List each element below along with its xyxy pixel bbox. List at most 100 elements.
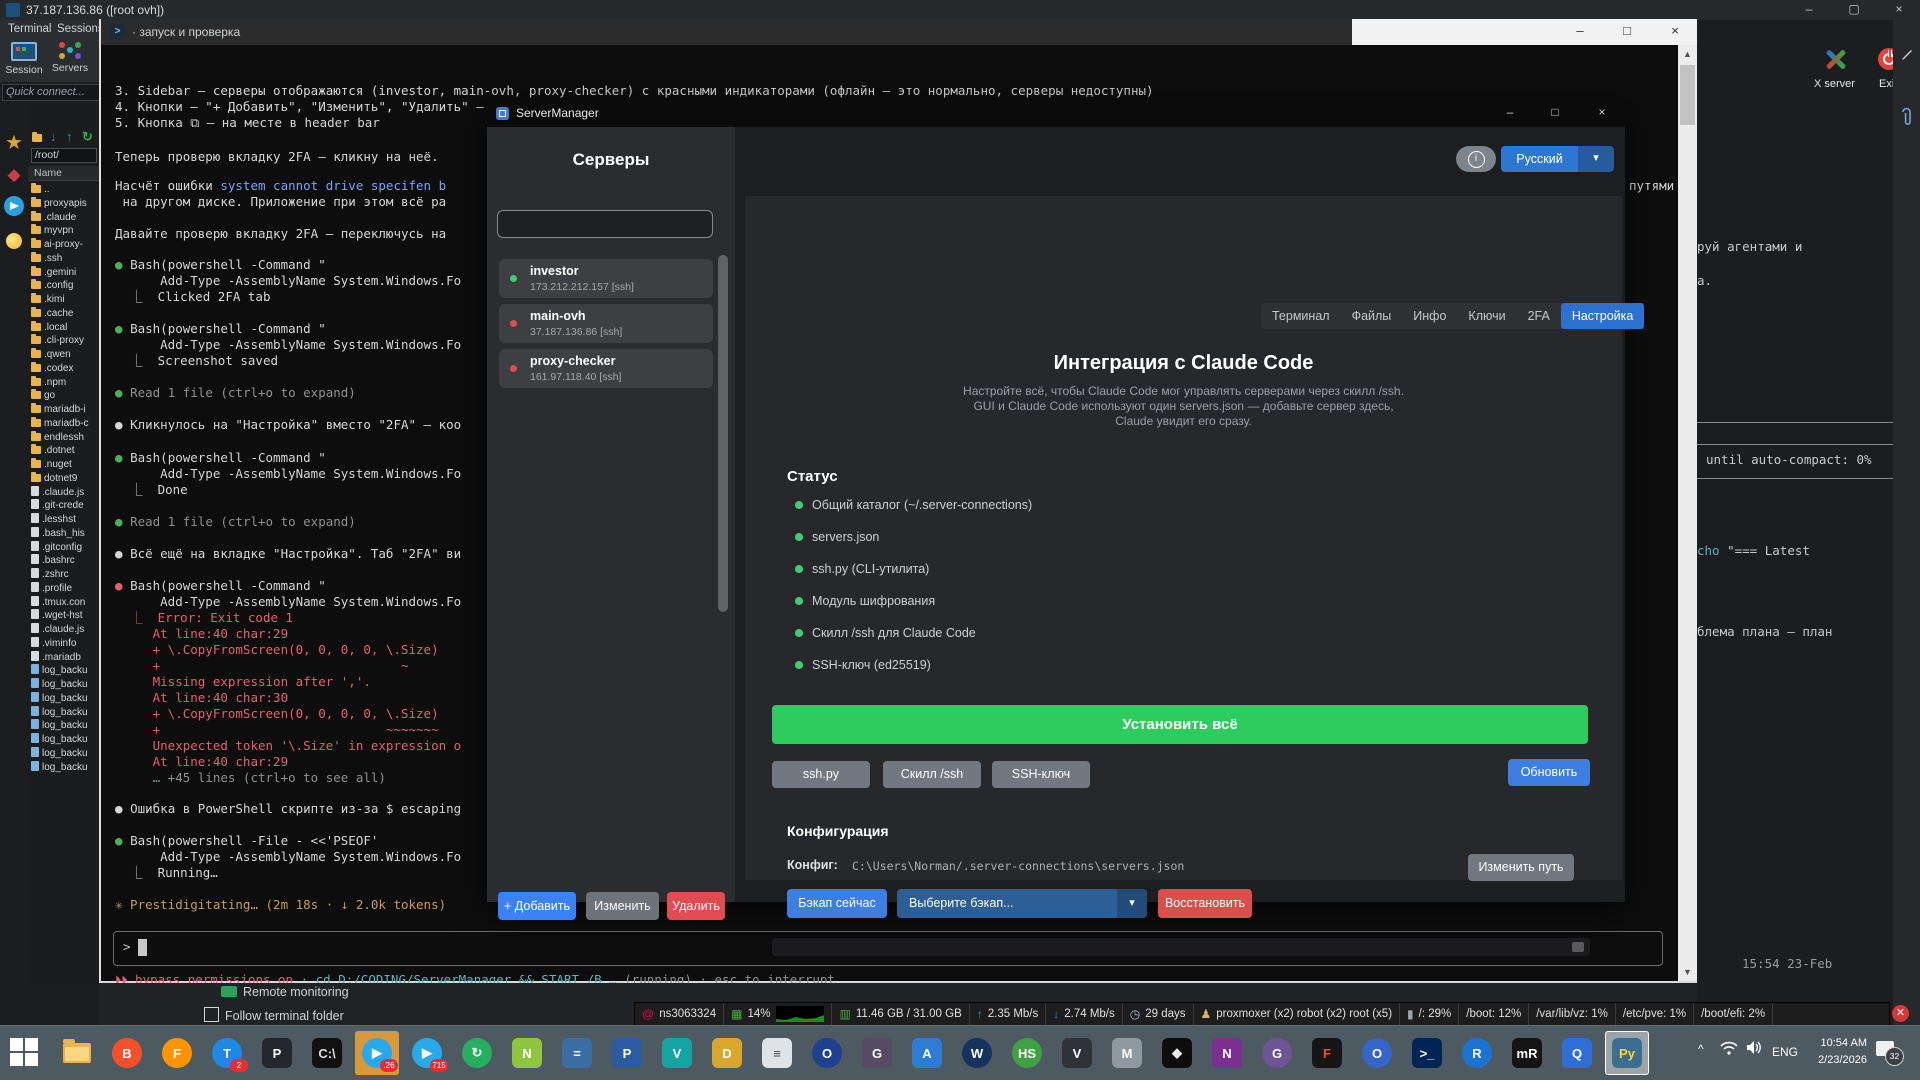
file-row[interactable]: .git-crede	[31, 499, 99, 512]
tab-Настройка[interactable]: Настройка	[1561, 303, 1645, 329]
taskbar-calculator[interactable]: =	[555, 1031, 599, 1075]
backup-now-button[interactable]: Бэкап сейчас	[787, 889, 887, 918]
taskbar-image-viewer[interactable]: V	[1055, 1031, 1099, 1075]
server-card-proxy-checker[interactable]: proxy-checker161.97.118.40 [ssh]	[499, 349, 713, 388]
taskbar-python-console[interactable]: Py	[1605, 1031, 1649, 1075]
sidebar-scrollbar[interactable]	[718, 255, 728, 612]
taskbar-telegram-alt[interactable]: ▶.26	[355, 1031, 399, 1075]
notification-icon[interactable]: 32	[1876, 1041, 1894, 1056]
file-row[interactable]: myvpn	[31, 224, 99, 237]
sm-minimize-button[interactable]: –	[1495, 105, 1525, 119]
add-server-button[interactable]: + Добавить	[498, 892, 576, 920]
file-row[interactable]: log_backu	[31, 719, 99, 732]
taskbar-photos[interactable]: P	[605, 1031, 649, 1075]
file-row[interactable]: ai-proxy-	[31, 238, 99, 251]
download-icon[interactable]: ↓	[50, 129, 57, 144]
taskbar-telegram[interactable]: ▶715	[405, 1031, 449, 1075]
file-row[interactable]: proxyapis	[31, 197, 99, 210]
taskbar-obs[interactable]: O	[805, 1031, 849, 1075]
info-button[interactable]: i	[1456, 146, 1496, 172]
server-search-input[interactable]	[497, 210, 713, 238]
install-sshkey-button[interactable]: SSH-ключ	[992, 761, 1090, 788]
file-row[interactable]: endlessh	[31, 431, 99, 444]
install-all-button[interactable]: Установить всё	[772, 705, 1588, 744]
tab-2FA[interactable]: 2FA	[1517, 303, 1561, 329]
refresh-icon[interactable]: ↻	[82, 129, 93, 145]
telegram-rail-icon[interactable]	[3, 196, 25, 221]
file-row[interactable]: .wget-hst	[31, 609, 99, 622]
file-row[interactable]: log_backu	[31, 733, 99, 746]
file-row[interactable]: .local	[31, 321, 99, 334]
file-row[interactable]: ..	[31, 183, 99, 196]
install-sshpy-button[interactable]: ssh.py	[772, 761, 870, 788]
taskbar-proxy-app[interactable]: P	[255, 1031, 299, 1075]
file-row[interactable]: .lesshst	[31, 513, 99, 526]
moba-restore-button[interactable]: ▢	[1843, 2, 1865, 16]
file-row[interactable]: .ssh	[31, 252, 99, 265]
taskbar-powershell[interactable]: >_	[1405, 1031, 1449, 1075]
taskbar-heidisql[interactable]: HS	[1005, 1031, 1049, 1075]
file-row[interactable]: .cache	[31, 307, 99, 320]
taskbar-notes[interactable]: ≡	[755, 1031, 799, 1075]
taskbar-firefox[interactable]: F	[155, 1031, 199, 1075]
file-row[interactable]: .viminfo	[31, 637, 99, 650]
taskbar-figma[interactable]: F	[1305, 1031, 1349, 1075]
file-row[interactable]: go	[31, 389, 99, 402]
taskbar-github-desktop[interactable]: G	[1255, 1031, 1299, 1075]
taskbar-thunderbird[interactable]: T2	[205, 1031, 249, 1075]
backup-select[interactable]: Выберите бэкап...▾	[897, 889, 1147, 918]
menu-sessions[interactable]: Sessions	[57, 23, 104, 35]
delete-server-button[interactable]: Удалить	[667, 892, 725, 920]
file-row[interactable]: log_backu	[31, 761, 99, 774]
file-row[interactable]: .mariadb	[31, 651, 99, 664]
file-row[interactable]: log_backu	[31, 664, 99, 677]
menu-terminal[interactable]: Terminal	[8, 23, 51, 35]
edit-server-button[interactable]: Изменить	[586, 892, 659, 920]
yellow-ball-icon[interactable]	[3, 233, 25, 254]
tab-Файлы[interactable]: Файлы	[1341, 303, 1403, 329]
taskbar-cmd[interactable]: C:\	[305, 1031, 349, 1075]
terminal-scrollbar[interactable]: ▲ ▼	[1678, 45, 1697, 981]
taskbar-file-explorer[interactable]	[55, 1031, 99, 1075]
file-row[interactable]: log_backu	[31, 692, 99, 705]
taskbar-brave[interactable]: B	[105, 1031, 149, 1075]
path-input[interactable]: /root/	[31, 148, 97, 163]
statusbar-close-icon[interactable]: ✕	[1892, 1005, 1909, 1022]
file-row[interactable]: .zshrc	[31, 568, 99, 581]
language-selector[interactable]: Русский	[1501, 146, 1578, 172]
taskbar-notepad-plus[interactable]: N	[505, 1031, 549, 1075]
scrollbar-thumb[interactable]	[1680, 65, 1695, 125]
file-row[interactable]: .bash_his	[31, 527, 99, 540]
taskbar-sync[interactable]: ↻	[455, 1031, 499, 1075]
tab-Инфо[interactable]: Инфо	[1402, 303, 1457, 329]
scroll-down-icon[interactable]: ▼	[1678, 967, 1697, 977]
terminal-maximize-button[interactable]: □	[1614, 23, 1640, 38]
paperclip-icon[interactable]	[1899, 106, 1914, 128]
upload-icon[interactable]: ↑	[66, 129, 73, 144]
taskbar-quick-utmo[interactable]: Q	[1555, 1031, 1599, 1075]
file-row[interactable]: .profile	[31, 582, 99, 595]
moba-close-button[interactable]: ×	[1888, 2, 1910, 16]
file-row[interactable]: .nuget	[31, 458, 99, 471]
sm-maximize-button[interactable]: □	[1540, 105, 1570, 119]
file-row[interactable]: log_backu	[31, 678, 99, 691]
tab-Терминал[interactable]: Терминал	[1261, 303, 1341, 329]
language-chevron-icon[interactable]: ▾	[1578, 146, 1614, 172]
taskbar-gimp[interactable]: G	[855, 1031, 899, 1075]
file-row[interactable]: log_backu	[31, 747, 99, 760]
macros-icon[interactable]: ◆	[3, 165, 25, 185]
file-row[interactable]: .kimi	[31, 293, 99, 306]
file-row[interactable]: .qwen	[31, 348, 99, 361]
file-row[interactable]: .config	[31, 279, 99, 292]
taskbar-db-tool[interactable]: D	[705, 1031, 749, 1075]
x-server-icon[interactable]	[1822, 46, 1850, 74]
file-row[interactable]: .bashrc	[31, 554, 99, 567]
file-row[interactable]: .npm	[31, 376, 99, 389]
file-row[interactable]: .gemini	[31, 266, 99, 279]
taskbar-owl-app[interactable]: W	[955, 1031, 999, 1075]
taskbar-n-app[interactable]: N	[1205, 1031, 1249, 1075]
tray-clock[interactable]: 10:54 AM2/23/2026	[1795, 1035, 1867, 1069]
taskbar-system-monitor[interactable]: M	[1105, 1031, 1149, 1075]
restore-button[interactable]: Восстановить	[1158, 889, 1252, 918]
file-row[interactable]: .codex	[31, 362, 99, 375]
